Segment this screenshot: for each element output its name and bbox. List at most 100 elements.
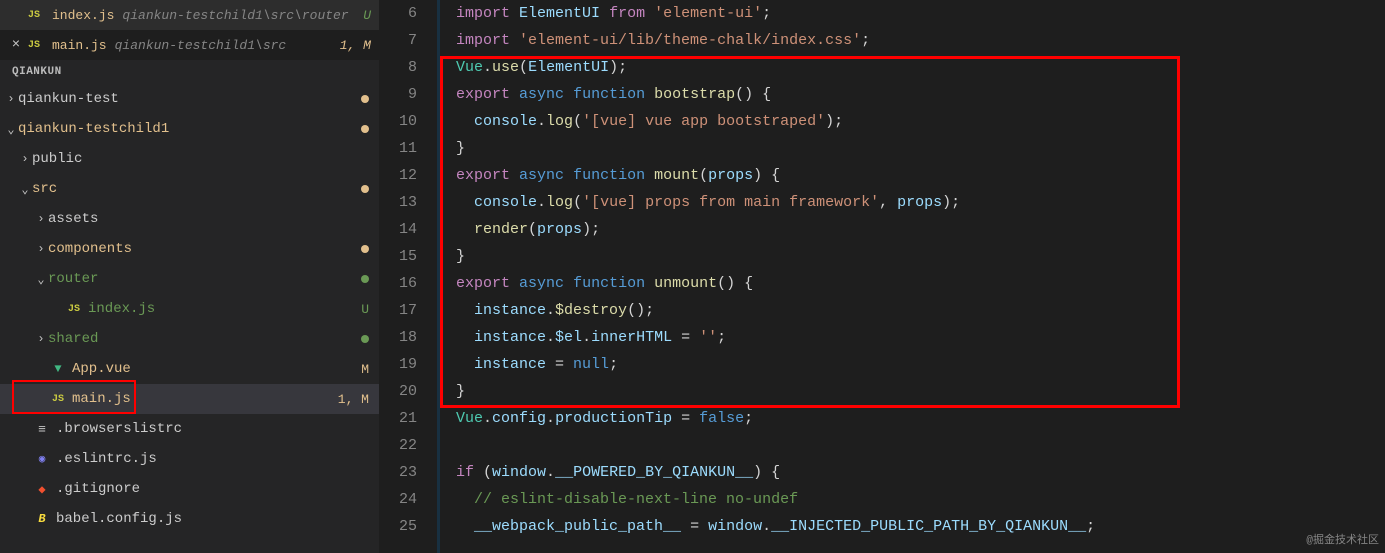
chevron-right-icon[interactable]: › [18,152,32,166]
tree-item-label: .eslintrc.js [56,451,369,467]
chevron-down-icon[interactable]: ⌄ [18,182,32,197]
tree-item[interactable]: JS index.jsU [0,294,379,324]
tree-item-label: router [48,271,361,287]
tab-filepath: qiankun-testchild1\src [115,38,340,53]
editor-pane[interactable]: 678910111213141516171819202122232425 imp… [380,0,1385,553]
tree-item[interactable]: ◉ .eslintrc.js [0,444,379,474]
code-line[interactable]: console.log('[vue] props from main frame… [456,189,1385,216]
line-number: 7 [380,27,417,54]
tab-filepath: qiankun-testchild1\src\router [122,8,363,23]
line-number: 14 [380,216,417,243]
line-number: 19 [380,351,417,378]
line-number: 16 [380,270,417,297]
tab-filename: main.js [52,38,107,53]
close-icon[interactable]: × [8,37,24,53]
line-number: 6 [380,0,417,27]
line-number: 23 [380,459,417,486]
tree-item-label: shared [48,331,361,347]
code-line[interactable]: instance.$destroy(); [456,297,1385,324]
git-status-dot [361,125,369,133]
chevron-down-icon[interactable]: ⌄ [34,272,48,287]
tree-item-label: public [32,151,369,167]
tree-item-label: index.js [88,301,361,317]
tree-item[interactable]: ›components [0,234,379,264]
chevron-right-icon[interactable]: › [4,92,18,106]
git-status-dot [361,335,369,343]
line-number: 22 [380,432,417,459]
tree-item[interactable]: ≡.browserslistrc [0,414,379,444]
tree-item-label: qiankun-testchild1 [18,121,361,137]
code-line[interactable]: import ElementUI from 'element-ui'; [456,0,1385,27]
code-line[interactable]: export async function bootstrap() { [456,81,1385,108]
git-icon: ◆ [32,482,52,497]
code-area[interactable]: import ElementUI from 'element-ui';impor… [440,0,1385,553]
tree-item[interactable]: JSmain.js1, M [0,384,379,414]
code-line[interactable]: export async function unmount() { [456,270,1385,297]
tree-item[interactable]: ›shared [0,324,379,354]
code-line[interactable]: import 'element-ui/lib/theme-chalk/index… [456,27,1385,54]
code-line[interactable]: instance.$el.innerHTML = ''; [456,324,1385,351]
tree-item[interactable]: ⌄router [0,264,379,294]
line-number: 24 [380,486,417,513]
chevron-down-icon[interactable]: ⌄ [4,122,18,137]
code-line[interactable]: Vue.use(ElementUI); [456,54,1385,81]
git-status-dot [361,95,369,103]
tab-filename: index.js [52,8,114,23]
code-line[interactable]: export async function mount(props) { [456,162,1385,189]
editor-tab[interactable]: JS index.js qiankun-testchild1\src\routerU [0,0,379,30]
tree-item-label: components [48,241,361,257]
code-line[interactable]: Vue.config.productionTip = false; [456,405,1385,432]
code-line[interactable]: if (window.__POWERED_BY_QIANKUN__) { [456,459,1385,486]
tree-item-label: .gitignore [56,481,369,497]
tree-item[interactable]: ›assets [0,204,379,234]
explorer-section-title: QIANKUN [0,60,379,84]
code-line[interactable]: __webpack_public_path__ = window.__INJEC… [456,513,1385,540]
line-number: 11 [380,135,417,162]
tree-item[interactable]: ›qiankun-test [0,84,379,114]
code-line[interactable] [456,432,1385,459]
line-number: 25 [380,513,417,540]
code-line[interactable]: } [456,378,1385,405]
js-file-icon: JS [28,10,46,21]
line-number: 13 [380,189,417,216]
sidebar: JSindex.jsqiankun-testchild1\src\routerU… [0,0,380,553]
line-number: 15 [380,243,417,270]
tree-item[interactable]: ▼App.vueM [0,354,379,384]
code-line[interactable]: instance = null; [456,351,1385,378]
editor-tab[interactable]: ×JSmain.jsqiankun-testchild1\src1, M [0,30,379,60]
tree-item-label: main.js [72,391,338,407]
tree-item[interactable]: ◆ .gitignore [0,474,379,504]
tree-item[interactable]: ⌄qiankun-testchild1 [0,114,379,144]
tree-item-label: babel.config.js [56,511,369,527]
tree-item[interactable]: ›public [0,144,379,174]
code-line[interactable]: // eslint-disable-next-line no-undef [456,486,1385,513]
chevron-right-icon[interactable]: › [34,212,48,226]
tab-git-status: U [363,8,371,23]
code-line[interactable]: console.log('[vue] vue app bootstraped')… [456,108,1385,135]
file-tree: ›qiankun-test⌄qiankun-testchild1›public⌄… [0,84,379,553]
tree-item[interactable]: ⌄src [0,174,379,204]
eslint-icon: ◉ [32,452,52,466]
line-number-gutter: 678910111213141516171819202122232425 [380,0,440,553]
js-file-icon: JS [28,40,46,51]
tree-item-label: qiankun-test [18,91,361,107]
line-number: 17 [380,297,417,324]
line-number: 9 [380,81,417,108]
git-status-dot [361,185,369,193]
tree-item[interactable]: Bbabel.config.js [0,504,379,534]
chevron-right-icon[interactable]: › [34,332,48,346]
chevron-right-icon[interactable]: › [34,242,48,256]
js-file-icon: JS [64,304,84,315]
line-number: 21 [380,405,417,432]
vue-file-icon: ▼ [48,362,68,376]
watermark: @掘金技术社区 [1306,531,1379,547]
git-status-letter: U [361,302,369,317]
open-editors-tabs: JS index.js qiankun-testchild1\src\routerU… [0,0,379,60]
tree-item-label: .browserslistrc [56,421,369,437]
code-line[interactable]: } [456,135,1385,162]
line-number: 10 [380,108,417,135]
code-line[interactable]: } [456,243,1385,270]
git-status-letter: 1, M [338,392,369,407]
code-line[interactable]: render(props); [456,216,1385,243]
tree-item-label: src [32,181,361,197]
